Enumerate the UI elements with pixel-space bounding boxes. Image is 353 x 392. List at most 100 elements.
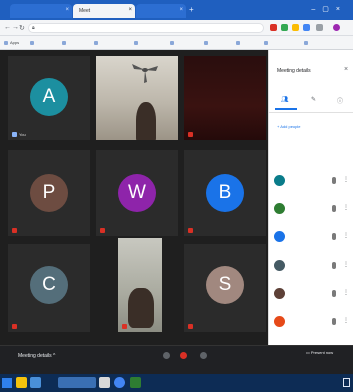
more-icon[interactable]: ⋮ <box>343 261 349 268</box>
window-controls[interactable]: –▢× <box>311 5 347 13</box>
file-explorer-icon[interactable] <box>16 377 27 388</box>
back-icon[interactable]: ← <box>4 24 11 31</box>
participant-tile[interactable]: B <box>184 150 266 236</box>
tile-name <box>12 324 19 329</box>
more-icon[interactable]: ⋮ <box>343 289 349 296</box>
avatar <box>274 203 285 214</box>
avatar: A <box>30 78 68 116</box>
participant-row[interactable]: ⋮ <box>269 174 353 188</box>
participant-row[interactable]: ⋮ <box>269 315 353 329</box>
present-label: Present now <box>310 350 334 355</box>
tile-name <box>188 132 195 137</box>
participant-row[interactable]: ⋮ <box>269 202 353 216</box>
active-tab-indicator <box>275 108 297 110</box>
forward-icon[interactable]: → <box>12 24 19 31</box>
avatar <box>274 288 285 299</box>
extension-icon[interactable] <box>281 24 288 31</box>
extension-icon[interactable] <box>292 24 299 31</box>
reload-icon[interactable]: ↻ <box>19 24 25 32</box>
taskbar-app-icon[interactable] <box>30 377 41 388</box>
add-people-button[interactable]: + Add people <box>277 124 300 129</box>
browser-tab-3[interactable]: × <box>136 4 186 18</box>
participant-tile[interactable]: C <box>8 244 90 332</box>
close-icon[interactable]: × <box>179 7 183 13</box>
mic-icon <box>332 205 336 212</box>
participant-video-tile[interactable] <box>118 238 162 332</box>
browser-tab-1[interactable]: × <box>10 4 72 18</box>
close-icon[interactable]: × <box>128 7 132 13</box>
bookmark-item[interactable] <box>134 40 140 45</box>
address-input[interactable]: 🔒︎ <box>28 23 264 33</box>
chrome-icon[interactable] <box>114 377 125 388</box>
participant-row[interactable]: ⋮ <box>269 259 353 273</box>
bookmark-item[interactable] <box>62 40 68 45</box>
mic-off-icon <box>12 324 17 329</box>
taskbar-app-icon[interactable] <box>99 377 110 388</box>
end-call-button[interactable] <box>180 352 187 359</box>
bookmark-item[interactable] <box>204 40 210 45</box>
participant-row[interactable]: ⋮ <box>269 287 353 301</box>
bookmark-item[interactable] <box>170 40 176 45</box>
participant-video-tile[interactable] <box>96 56 178 140</box>
more-icon[interactable]: ⋮ <box>343 317 349 324</box>
tile-name <box>188 228 195 233</box>
bookmarks-bar: Apps <box>0 36 353 50</box>
participants-panel: Meeting details × 👥︎ ✎ ⓘ + Add people ⋮ … <box>268 50 353 345</box>
avatar: W <box>118 174 156 212</box>
people-tab-icon[interactable]: 👥︎ <box>281 96 289 103</box>
info-tab-icon[interactable]: ⓘ <box>337 96 343 105</box>
more-icon[interactable]: ⋮ <box>343 232 349 239</box>
ceiling-fan-icon <box>132 64 158 83</box>
participant-video-tile[interactable] <box>184 56 266 140</box>
bookmark-item[interactable] <box>94 40 100 45</box>
taskbar-app-icon[interactable] <box>130 377 141 388</box>
taskbar-app-active[interactable] <box>58 377 96 388</box>
close-icon[interactable]: × <box>65 7 69 13</box>
bookmark-item[interactable] <box>236 40 242 45</box>
participant-tile[interactable]: P <box>8 150 90 236</box>
close-icon[interactable]: × <box>344 66 348 73</box>
chat-tab-icon[interactable]: ✎ <box>311 96 316 103</box>
present-now-button[interactable]: ▭ Present now <box>306 350 333 355</box>
participant-person <box>136 102 156 140</box>
mic-off-icon <box>188 132 193 137</box>
bookmark-item[interactable]: Apps <box>4 40 19 45</box>
extension-icon[interactable] <box>303 24 310 31</box>
participant-tile[interactable]: A You <box>8 56 90 140</box>
bookmark-item[interactable] <box>304 40 310 45</box>
tile-name-text: You <box>19 131 26 137</box>
avatar: S <box>206 266 244 304</box>
bookmark-item[interactable] <box>264 40 270 45</box>
more-icon[interactable]: ⋮ <box>343 204 349 211</box>
windows-start-icon[interactable] <box>2 378 12 388</box>
participant-tile[interactable]: S <box>184 244 266 332</box>
notification-icon[interactable] <box>343 378 350 387</box>
bookmark-item[interactable] <box>30 40 36 45</box>
tile-name <box>188 324 195 329</box>
meeting-details-button[interactable]: Meeting details ^ <box>18 353 55 359</box>
avatar-letter: P <box>42 182 56 203</box>
windows-taskbar <box>0 374 353 392</box>
plus-icon[interactable]: + <box>189 5 194 14</box>
participant-tile[interactable]: W <box>96 150 178 236</box>
microphone-button[interactable] <box>163 352 170 359</box>
call-controls-bar: Meeting details ^ ▭ Present now <box>0 345 353 374</box>
profile-avatar[interactable] <box>333 24 340 31</box>
avatar-letter: C <box>42 274 56 295</box>
extension-icon[interactable] <box>316 24 323 31</box>
participant-row[interactable]: ⋮ <box>269 230 353 244</box>
avatar-letter: W <box>128 182 146 203</box>
camera-button[interactable] <box>200 352 207 359</box>
browser-tab-meet[interactable]: Meet × <box>73 4 135 18</box>
tab-label: Meet <box>79 8 91 14</box>
avatar <box>274 175 285 186</box>
lock-icon: 🔒︎ <box>32 25 35 31</box>
tile-name: You <box>12 132 26 137</box>
address-bar-row: ← → ↻ 🔒︎ <box>0 20 353 36</box>
avatar-letter: S <box>218 274 232 295</box>
mic-icon <box>332 290 336 297</box>
extension-icon[interactable] <box>270 24 277 31</box>
mic-off-icon <box>100 228 105 233</box>
more-icon[interactable]: ⋮ <box>343 176 349 183</box>
mic-icon <box>332 233 336 240</box>
